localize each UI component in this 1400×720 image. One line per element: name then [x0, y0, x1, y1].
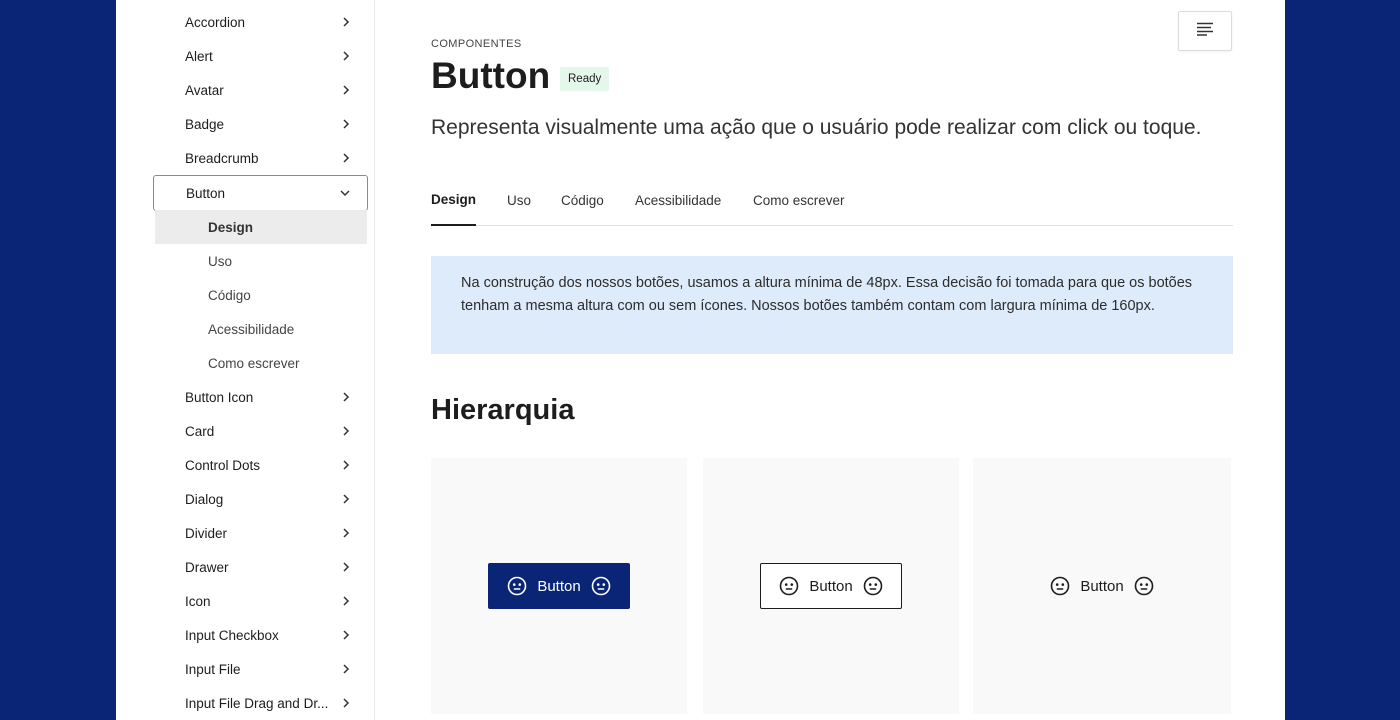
- chevron-right-icon: [338, 82, 354, 98]
- chevron-right-icon: [338, 14, 354, 30]
- sidebar-item-label: Card: [185, 423, 215, 439]
- sidebar-item-button-icon[interactable]: Button Icon: [153, 380, 368, 414]
- sidebar-item-alert[interactable]: Alert: [153, 39, 368, 73]
- chevron-right-icon: [338, 389, 354, 405]
- sidebar-item-label: Drawer: [185, 559, 229, 575]
- tab-bar: Design Uso Código Acessibilidade Como es…: [431, 174, 1233, 226]
- page-frame: Accordion Alert Avatar Badge Breadcrumb …: [116, 0, 1285, 720]
- button-label: Button: [537, 577, 581, 595]
- sidebar-subitem-label: Código: [208, 287, 251, 303]
- chevron-right-icon: [338, 150, 354, 166]
- sidebar-item-label: Breadcrumb: [185, 150, 259, 166]
- primary-button-example[interactable]: Button: [488, 563, 630, 609]
- info-callout: Na construção dos nossos botões, usamos …: [431, 256, 1233, 354]
- smiley-face-icon: [507, 576, 527, 596]
- menu-lines-icon: [1196, 22, 1214, 41]
- chevron-right-icon: [338, 627, 354, 643]
- chevron-right-icon: [338, 423, 354, 439]
- sidebar-item-label: Badge: [185, 116, 225, 132]
- sidebar-item-card[interactable]: Card: [153, 414, 368, 448]
- sidebar-item-label: Alert: [185, 48, 213, 64]
- chevron-right-icon: [338, 48, 354, 64]
- smiley-face-icon: [779, 576, 799, 596]
- page-subtitle: Representa visualmente uma ação que o us…: [431, 116, 1202, 139]
- sidebar-subitem-label: Uso: [208, 253, 233, 269]
- sidebar-item-control-dots[interactable]: Control Dots: [153, 448, 368, 482]
- chevron-right-icon: [338, 525, 354, 541]
- tab-codigo[interactable]: Código: [561, 174, 604, 226]
- table-of-contents-button[interactable]: [1178, 11, 1232, 51]
- sidebar-item-input-checkbox[interactable]: Input Checkbox: [153, 618, 368, 652]
- chevron-right-icon: [338, 116, 354, 132]
- tab-uso[interactable]: Uso: [507, 174, 531, 226]
- sidebar: Accordion Alert Avatar Badge Breadcrumb …: [116, 0, 375, 720]
- button-label: Button: [1080, 577, 1124, 595]
- sidebar-subitem-label: Como escrever: [208, 355, 300, 371]
- chevron-right-icon: [338, 593, 354, 609]
- example-card-primary: Button: [431, 458, 687, 714]
- chevron-right-icon: [338, 491, 354, 507]
- tertiary-button-example[interactable]: Button: [1031, 563, 1173, 609]
- sidebar-item-button[interactable]: Button: [153, 175, 368, 211]
- sidebar-item-input-file-drag-and-drop[interactable]: Input File Drag and Dr...: [153, 686, 368, 720]
- chevron-right-icon: [338, 695, 354, 711]
- chevron-right-icon: [338, 559, 354, 575]
- page-overline: COMPONENTES: [431, 38, 522, 50]
- sidebar-item-badge[interactable]: Badge: [153, 107, 368, 141]
- smiley-face-icon: [1134, 576, 1154, 596]
- sidebar-item-label: Input File: [185, 661, 241, 677]
- sidebar-subitem-como-escrever[interactable]: Como escrever: [155, 346, 367, 380]
- sidebar-item-dialog[interactable]: Dialog: [153, 482, 368, 516]
- tab-design[interactable]: Design: [431, 174, 477, 226]
- tab-como-escrever[interactable]: Como escrever: [753, 174, 845, 226]
- secondary-button-example[interactable]: Button: [760, 563, 902, 609]
- smiley-face-icon: [1050, 576, 1070, 596]
- sidebar-item-label: Button Icon: [185, 389, 254, 405]
- page-title: Button: [431, 55, 551, 96]
- chevron-right-icon: [338, 661, 354, 677]
- smiley-face-icon: [863, 576, 883, 596]
- smiley-face-icon: [591, 576, 611, 596]
- sidebar-item-label: Divider: [185, 525, 228, 541]
- sidebar-item-icon[interactable]: Icon: [153, 584, 368, 618]
- sidebar-item-label: Icon: [185, 593, 211, 609]
- sidebar-item-label: Input Checkbox: [185, 627, 279, 643]
- sidebar-item-label: Control Dots: [185, 457, 261, 473]
- sidebar-subitem-codigo[interactable]: Código: [155, 278, 367, 312]
- sidebar-item-label: Avatar: [185, 82, 224, 98]
- sidebar-item-label: Input File Drag and Dr...: [185, 695, 329, 711]
- sidebar-subitem-label: Acessibilidade: [208, 321, 295, 337]
- sidebar-subitem-uso[interactable]: Uso: [155, 244, 367, 278]
- info-text: Na construção dos nossos botões, usamos …: [461, 275, 1193, 314]
- sidebar-item-label: Button: [186, 185, 226, 201]
- sidebar-item-accordion[interactable]: Accordion: [153, 5, 368, 39]
- example-card-tertiary: Button: [973, 458, 1231, 714]
- button-label: Button: [809, 577, 853, 595]
- chevron-down-icon: [337, 185, 353, 201]
- sidebar-item-divider[interactable]: Divider: [153, 516, 368, 550]
- sidebar-item-drawer[interactable]: Drawer: [153, 550, 368, 584]
- chevron-right-icon: [338, 457, 354, 473]
- sidebar-subitem-label: Design: [208, 219, 254, 235]
- sidebar-subitem-design[interactable]: Design: [155, 210, 367, 244]
- main-content: COMPONENTES Button Ready Representa visu…: [431, 0, 1233, 720]
- sidebar-item-avatar[interactable]: Avatar: [153, 73, 368, 107]
- sidebar-item-input-file[interactable]: Input File: [153, 652, 368, 686]
- example-card-secondary: Button: [703, 458, 959, 714]
- sidebar-subitem-acessibilidade[interactable]: Acessibilidade: [155, 312, 367, 346]
- tab-acessibilidade[interactable]: Acessibilidade: [635, 174, 721, 226]
- section-title: Hierarquia: [431, 394, 575, 426]
- sidebar-item-label: Dialog: [185, 491, 224, 507]
- status-badge: Ready: [560, 67, 610, 91]
- sidebar-item-label: Accordion: [185, 14, 246, 30]
- sidebar-item-breadcrumb[interactable]: Breadcrumb: [153, 141, 368, 175]
